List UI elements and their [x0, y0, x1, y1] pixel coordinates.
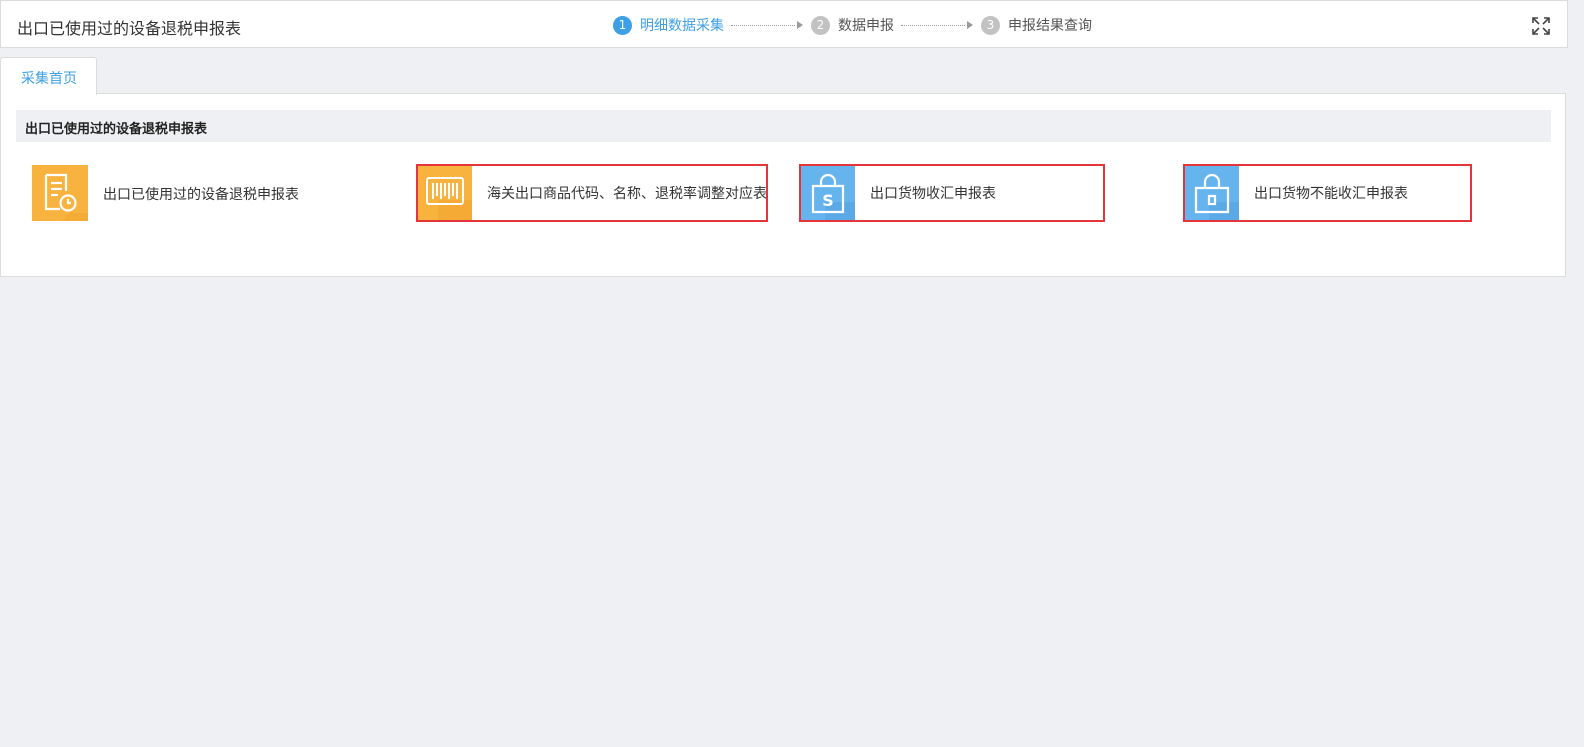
card-export-no-receipt[interactable]: 出口货物不能收汇申报表 — [1183, 164, 1472, 222]
card-label: 海关出口商品代码、名称、退税率调整对应表 — [487, 186, 767, 202]
step-number: 1 — [613, 15, 632, 35]
step-label: 数据申报 — [838, 18, 894, 34]
tab-collection-home[interactable]: 采集首页 — [0, 57, 97, 95]
step-number: 2 — [811, 15, 830, 35]
card-customs-code-table[interactable]: 海关出口商品代码、名称、退税率调整对应表 — [416, 164, 768, 222]
tab-label: 采集首页 — [21, 71, 77, 87]
svg-text:S: S — [822, 191, 834, 210]
card-export-receipt[interactable]: S 出口货物收汇申报表 — [799, 164, 1105, 222]
step-label: 明细数据采集 — [640, 18, 724, 34]
card-tile — [1185, 166, 1239, 220]
step-detail-collection[interactable]: 1 明细数据采集 — [613, 15, 724, 35]
card-label: 出口货物收汇申报表 — [870, 186, 996, 202]
arrow-right-icon — [967, 21, 973, 29]
top-bar: 出口已使用过的设备退税申报表 1 明细数据采集 2 数据申报 3 申报结果查询 — [0, 0, 1568, 48]
collection-panel: 出口已使用过的设备退税申报表 出口已使用过的设备退税申报表 海关出口商品代码、名… — [0, 93, 1566, 277]
section-title: 出口已使用过的设备退税申报表 — [25, 122, 208, 137]
page-title: 出口已使用过的设备退税申报表 — [17, 19, 242, 38]
step-data-declaration[interactable]: 2 数据申报 — [811, 15, 894, 35]
step-number: 3 — [981, 15, 1000, 35]
shopping-bag-dollar-icon: S — [801, 166, 855, 220]
fullscreen-icon[interactable] — [1531, 16, 1551, 36]
step-indicator: 1 明细数据采集 2 数据申报 3 申报结果查询 — [613, 15, 1092, 35]
step-separator — [901, 21, 973, 29]
arrow-right-icon — [797, 21, 803, 29]
card-tile: S — [801, 166, 855, 220]
section-header: 出口已使用过的设备退税申报表 — [16, 110, 1551, 142]
shopping-bag-lock-icon — [1185, 166, 1239, 220]
card-tile — [418, 166, 472, 220]
step-label: 申报结果查询 — [1008, 18, 1092, 34]
card-label: 出口货物不能收汇申报表 — [1254, 186, 1408, 202]
step-result-query[interactable]: 3 申报结果查询 — [981, 15, 1092, 35]
card-tile — [32, 165, 88, 221]
step-separator — [731, 21, 803, 29]
barcode-icon — [418, 166, 472, 220]
card-used-equipment-refund[interactable]: 出口已使用过的设备退税申报表 — [32, 165, 332, 223]
document-clock-icon — [32, 165, 88, 221]
card-label: 出口已使用过的设备退税申报表 — [103, 187, 299, 203]
